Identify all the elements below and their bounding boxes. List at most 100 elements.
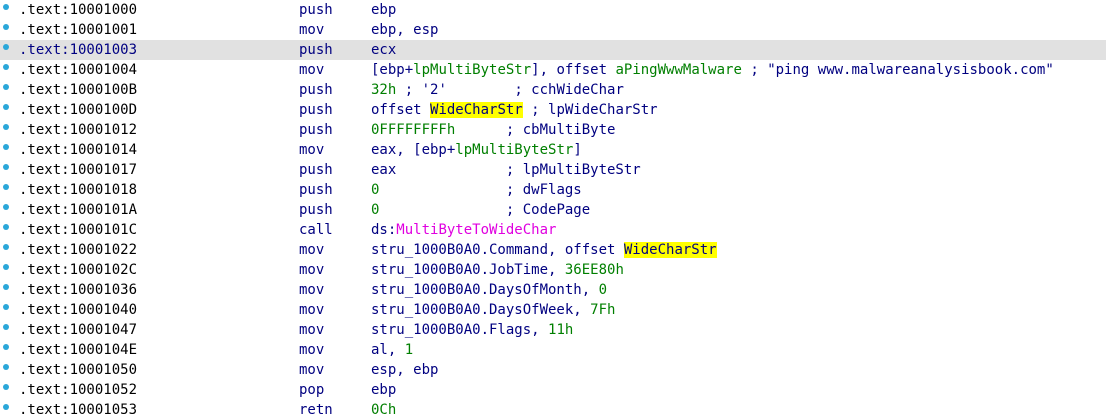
disasm-row[interactable]: .text:10001040 mov stru_1000B0A0.DaysOfWee… (0, 300, 1106, 320)
disasm-row[interactable]: .text:10001018 push 0 ; dwFlags (0, 180, 1106, 200)
highlighted-symbol[interactable]: WideCharStr (623, 242, 717, 258)
disasm-row[interactable]: .text:1000104E mov al, 1 (0, 340, 1106, 360)
row-marker-dot-icon (3, 84, 9, 90)
row-marker-dot-icon (3, 104, 9, 110)
operand-label[interactable]: 0FFFFFFFFh (371, 122, 455, 138)
import-name[interactable]: MultiByteToWideChar (396, 222, 556, 238)
instruction-mnemonic: mov (299, 322, 325, 338)
operand-text: ; (396, 82, 422, 98)
operand-label[interactable]: 1 (405, 342, 413, 358)
operand-text: stru_1000B0A0.JobTime, (371, 262, 565, 278)
row-marker-dot-icon (3, 4, 9, 10)
instruction-address: .text:10001001 (19, 22, 138, 38)
disasm-row[interactable]: .text:1000100D push offset WideCharStr ; l… (0, 100, 1106, 120)
instruction-operands: offset WideCharStr ; lpWideCharStr (371, 100, 658, 120)
row-marker-dot-icon (3, 184, 9, 190)
operand-text: ebp (371, 2, 397, 18)
instruction-mnemonic: mov (299, 142, 325, 158)
instruction-address: .text:10001003 (19, 42, 138, 58)
operand-label[interactable]: lpMultiByteStr (413, 62, 531, 78)
disasm-row[interactable]: .text:10001050 mov esp, ebp (0, 360, 1106, 380)
disasm-row[interactable]: .text:10001004 mov [ebp+lpMultiByteStr], o… (0, 60, 1106, 80)
instruction-address: .text:1000101A (19, 202, 138, 218)
instruction-address: .text:10001004 (19, 62, 138, 78)
row-marker-dot-icon (3, 144, 9, 150)
instruction-operands: 32h ; '2' ; cchWideChar (371, 80, 624, 100)
instruction-mnemonic: push (299, 2, 333, 18)
disasm-row[interactable]: .text:1000101C call ds:MultiByteToWideChar (0, 220, 1106, 240)
disasm-row[interactable]: .text:1000102C mov stru_1000B0A0.JobTime, … (0, 260, 1106, 280)
operand-string: '2' (421, 82, 447, 98)
operand-text: ds: (371, 222, 397, 238)
instruction-mnemonic: mov (299, 362, 325, 378)
operand-text: stru_1000B0A0.Command, offset (371, 242, 624, 258)
instruction-address: .text:10001040 (19, 302, 138, 318)
instruction-address: .text:10001052 (19, 382, 138, 398)
instruction-operands: stru_1000B0A0.Command, offset WideCharSt… (371, 240, 717, 260)
instruction-address: .text:1000104E (19, 342, 138, 358)
instruction-address: .text:10001047 (19, 322, 138, 338)
disasm-row[interactable]: .text:10001053 retn 0Ch (0, 400, 1106, 420)
operand-text: ; CodePage (379, 202, 591, 218)
operand-label[interactable]: 0Ch (371, 402, 396, 418)
operand-label[interactable]: 11h (548, 322, 573, 338)
disasm-row[interactable]: .text:10001017 push eax ; lpMultiByteStr (0, 160, 1106, 180)
disassembly-view[interactable]: .text:10001000 push ebp .text:10001001 mov eb… (0, 0, 1106, 420)
instruction-mnemonic: push (299, 42, 333, 58)
operand-label[interactable]: 32h (371, 82, 396, 98)
disasm-row[interactable]: .text:10001047 mov stru_1000B0A0.Flags, 11… (0, 320, 1106, 340)
operand-text: esp, ebp (371, 362, 439, 378)
instruction-address: .text:1000101C (19, 222, 138, 238)
disasm-row[interactable]: .text:10001012 push 0FFFFFFFFh ; cbMultiBy… (0, 120, 1106, 140)
operand-text: ebp (371, 382, 397, 398)
highlighted-symbol[interactable]: WideCharStr (430, 102, 523, 118)
operand-label[interactable]: lpMultiByteStr (455, 142, 573, 158)
disasm-row[interactable]: .text:10001052 pop ebp (0, 380, 1106, 400)
instruction-operands: stru_1000B0A0.Flags, 11h (371, 320, 573, 340)
instruction-address: .text:10001050 (19, 362, 138, 378)
instruction-address: .text:10001018 (19, 182, 138, 198)
row-marker-dot-icon (3, 404, 9, 410)
row-marker-dot-icon (3, 284, 9, 290)
operand-label[interactable]: aPingWwwMalware (615, 62, 741, 78)
operand-label[interactable]: 0 (599, 282, 607, 298)
disasm-row[interactable]: .text:10001001 mov ebp, esp (0, 20, 1106, 40)
operand-text: ] (573, 142, 582, 158)
instruction-operands: ebp (371, 0, 396, 20)
operand-text: stru_1000B0A0.DaysOfWeek, (371, 302, 591, 318)
instruction-operands: stru_1000B0A0.DaysOfWeek, 7Fh (371, 300, 615, 320)
instruction-address: .text:10001014 (19, 142, 138, 158)
row-marker-dot-icon (3, 324, 9, 330)
operand-text: eax, [ebp+ (371, 142, 456, 158)
instruction-operands: stru_1000B0A0.DaysOfMonth, 0 (371, 280, 607, 300)
disasm-row[interactable]: .text:10001003 push ecx (0, 40, 1106, 60)
operand-label[interactable]: 7Fh (590, 302, 615, 318)
instruction-operands: stru_1000B0A0.JobTime, 36EE80h (371, 260, 624, 280)
row-marker-dot-icon (3, 304, 9, 310)
instruction-operands: ecx (371, 40, 396, 60)
instruction-address: .text:10001053 (19, 402, 138, 418)
instruction-address: .text:10001012 (19, 122, 138, 138)
row-marker-dot-icon (3, 164, 9, 170)
instruction-operands: ebp (371, 380, 396, 400)
instruction-mnemonic: mov (299, 342, 325, 358)
disasm-row[interactable]: .text:10001014 mov eax, [ebp+lpMultiByteSt… (0, 140, 1106, 160)
operand-label[interactable]: 36EE80h (565, 262, 624, 278)
disasm-row[interactable]: .text:10001022 mov stru_1000B0A0.Command, … (0, 240, 1106, 260)
instruction-address: .text:1000100B (19, 82, 138, 98)
disasm-row[interactable]: .text:1000100B push 32h ; '2' ; cchWideCha… (0, 80, 1106, 100)
operand-text: stru_1000B0A0.DaysOfMonth, (371, 282, 599, 298)
instruction-mnemonic: pop (299, 382, 325, 398)
instruction-address: .text:10001000 (19, 2, 138, 18)
row-marker-dot-icon (3, 344, 9, 350)
disasm-row[interactable]: .text:10001000 push ebp (0, 0, 1106, 20)
disasm-row[interactable]: .text:10001036 mov stru_1000B0A0.DaysOfMon… (0, 280, 1106, 300)
row-marker-dot-icon (3, 64, 9, 70)
disasm-row[interactable]: .text:1000101A push 0 ; CodePage (0, 200, 1106, 220)
operand-text: ; cchWideChar (446, 82, 624, 98)
instruction-mnemonic: push (299, 202, 333, 218)
instruction-address: .text:10001022 (19, 242, 138, 258)
instruction-mnemonic: mov (299, 62, 325, 78)
instruction-mnemonic: push (299, 102, 333, 118)
row-marker-dot-icon (3, 384, 9, 390)
